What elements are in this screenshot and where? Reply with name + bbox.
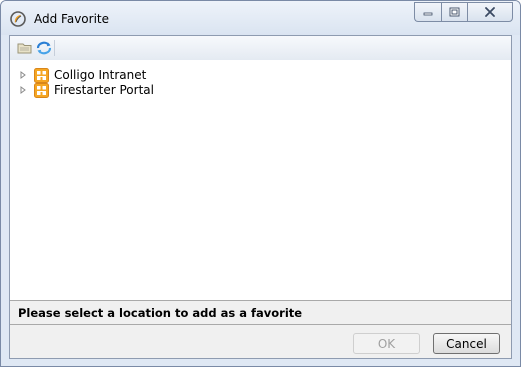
status-message: Please select a location to add as a fav…: [18, 306, 303, 320]
button-bar: OK Cancel: [10, 325, 511, 358]
add-favorite-dialog: Add Favorite Colligo Intranet Firestarte…: [0, 0, 521, 367]
tree-item-colligo-intranet[interactable]: Colligo Intranet: [10, 67, 146, 83]
colligo-app-icon: [10, 11, 26, 27]
window-controls: [414, 2, 513, 24]
close-button[interactable]: [467, 2, 513, 22]
cancel-button[interactable]: Cancel: [433, 333, 500, 354]
expand-arrow-icon[interactable]: [19, 82, 27, 98]
new-folder-button[interactable]: [16, 39, 33, 56]
minimize-icon: [423, 12, 433, 16]
tree-item-label: Colligo Intranet: [54, 68, 147, 82]
status-bar: Please select a location to add as a fav…: [10, 300, 511, 325]
dialog-body: Colligo Intranet Firestarter Portal Plea…: [9, 35, 512, 359]
window-title: Add Favorite: [34, 12, 109, 26]
maximize-icon: [449, 7, 460, 17]
title-bar[interactable]: Add Favorite: [1, 1, 520, 35]
refresh-button[interactable]: [35, 39, 52, 56]
tree-item-firestarter-portal[interactable]: Firestarter Portal: [10, 82, 154, 98]
location-tree[interactable]: Colligo Intranet Firestarter Portal: [10, 60, 511, 300]
toolbar: [10, 36, 511, 61]
sharepoint-site-icon: [34, 82, 49, 98]
refresh-icon: [36, 41, 51, 54]
ok-button[interactable]: OK: [353, 333, 420, 354]
close-icon: [485, 7, 495, 17]
tree-item-label: Firestarter Portal: [54, 83, 154, 97]
maximize-button[interactable]: [441, 2, 467, 22]
toolbar-separator: [54, 40, 55, 56]
sharepoint-site-icon: [34, 67, 49, 83]
minimize-button[interactable]: [414, 2, 441, 22]
folder-icon: [17, 43, 32, 54]
expand-arrow-icon[interactable]: [19, 67, 27, 83]
